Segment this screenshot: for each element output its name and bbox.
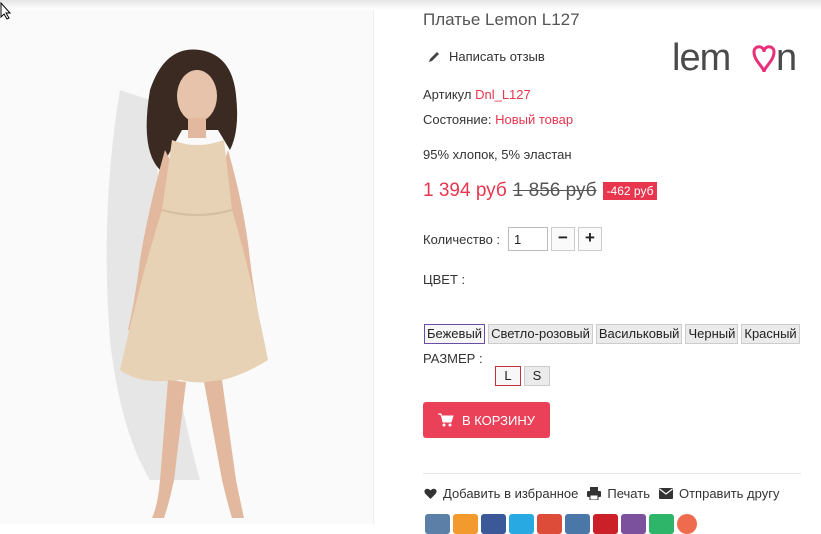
write-review-label: Написать отзыв [449, 49, 545, 64]
color-options: Бежевый Светло-розовый Васильковый Черны… [424, 324, 800, 344]
print-label: Печать [607, 486, 650, 501]
quantity-label: Количество : [423, 232, 501, 247]
quantity-increase-button[interactable]: + [578, 227, 602, 251]
share-mailru-icon[interactable] [565, 514, 590, 534]
product-title: Платье Lemon L127 [423, 10, 580, 29]
mouse-cursor-icon [0, 2, 12, 20]
color-option-red[interactable]: Красный [741, 324, 800, 344]
product-photo[interactable] [0, 10, 373, 524]
share-odnoklassniki-icon[interactable] [453, 514, 478, 534]
send-to-friend-link[interactable]: Отправить другу [658, 486, 780, 501]
color-option-beige[interactable]: Бежевый [424, 324, 486, 344]
share-more-icon[interactable] [677, 514, 697, 534]
product-actions: Добавить в избранное Печать Отправить др… [424, 486, 779, 501]
add-to-cart-label: В КОРЗИНУ [461, 412, 536, 428]
condition-value: Новый товар [495, 112, 574, 127]
color-option-light-pink[interactable]: Светло-розовый [488, 324, 593, 344]
svg-text:lem: lem [672, 37, 730, 78]
size-option-s[interactable]: S [524, 366, 550, 386]
old-price: 1 856 руб [512, 180, 597, 201]
share-pinterest-icon[interactable] [593, 514, 618, 534]
condition-label: Состояние: [423, 112, 492, 127]
add-to-wishlist-link[interactable]: Добавить в избранное [424, 486, 578, 501]
color-label: ЦВЕТ : [423, 272, 466, 287]
condition-row: Состояние: Новый товар [423, 112, 573, 127]
article-row: Артикул Dnl_L127 [423, 87, 531, 102]
article-label: Артикул [423, 87, 472, 102]
size-label: РАЗМЕР : [423, 351, 483, 366]
heart-icon [424, 488, 437, 499]
article-value: Dnl_L127 [475, 87, 531, 102]
price-row: 1 394 руб 1 856 руб -462 руб [423, 180, 658, 202]
face-shape [177, 70, 217, 122]
material-description: 95% хлопок, 5% эластан [423, 147, 572, 162]
social-share-bar [425, 514, 697, 534]
printer-icon [587, 487, 602, 500]
color-option-black[interactable]: Черный [685, 324, 739, 344]
send-to-friend-label: Отправить другу [678, 486, 780, 501]
add-to-cart-button[interactable]: В КОРЗИНУ [423, 402, 550, 438]
color-option-cornflower[interactable]: Васильковый [595, 324, 683, 344]
print-link[interactable]: Печать [587, 486, 650, 501]
top-shadow-bar [0, 0, 821, 10]
quantity-input[interactable] [508, 227, 548, 251]
pencil-icon [429, 51, 439, 62]
brand-logo: lem n [672, 37, 797, 78]
size-option-l[interactable]: L [495, 366, 521, 386]
cart-icon [437, 413, 454, 427]
current-price: 1 394 руб [423, 180, 507, 201]
size-options: L S [495, 366, 550, 386]
quantity-decrease-button[interactable]: − [551, 227, 575, 251]
divider [423, 473, 801, 474]
share-google-plus-icon[interactable] [537, 514, 562, 534]
share-vk-icon[interactable] [425, 514, 450, 534]
discount-badge: -462 руб [602, 182, 658, 200]
share-facebook-icon[interactable] [481, 514, 506, 534]
svg-text:n: n [776, 37, 797, 78]
envelope-icon [658, 488, 673, 499]
share-evernote-icon[interactable] [649, 514, 674, 534]
write-review-link[interactable]: Написать отзыв [427, 49, 545, 64]
add-to-wishlist-label: Добавить в избранное [443, 486, 579, 501]
share-viber-icon[interactable] [621, 514, 646, 534]
share-twitter-icon[interactable] [509, 514, 534, 534]
